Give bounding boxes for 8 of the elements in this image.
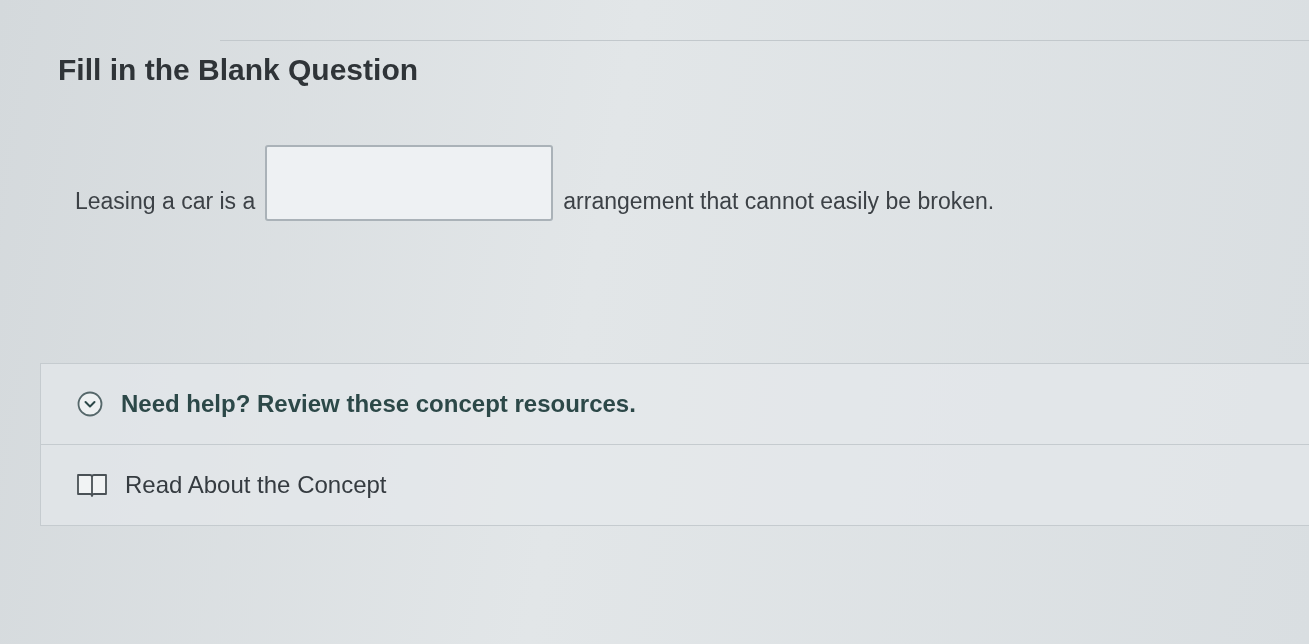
question-text: arrangement that cannot easily be broken.: [563, 188, 995, 216]
help-toggle[interactable]: Need help? Review these concept resources.: [41, 364, 1309, 445]
resource-link[interactable]: Read About the Concept: [41, 445, 387, 525]
question-title: Fill in the Blank Question: [58, 53, 420, 87]
chevron-circle-icon: [77, 391, 103, 417]
answer-box[interactable]: [265, 145, 554, 221]
book-icon: [77, 473, 107, 497]
question-text: Leasing a car is a: [75, 188, 256, 216]
